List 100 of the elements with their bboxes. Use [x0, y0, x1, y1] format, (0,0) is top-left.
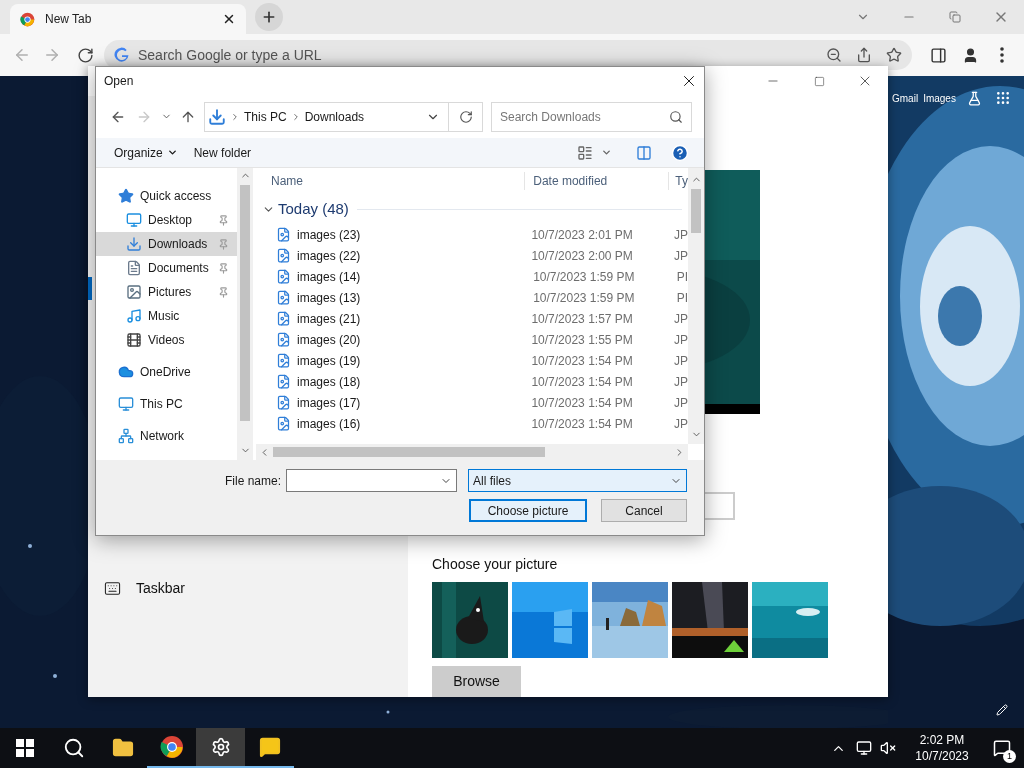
- browser-tab[interactable]: New Tab: [10, 4, 246, 34]
- group-header[interactable]: Today (48): [256, 194, 688, 224]
- refresh-icon: [458, 109, 473, 124]
- notification-badge: 1: [1003, 750, 1016, 763]
- nav-item[interactable]: This PC: [96, 392, 237, 416]
- network-icon[interactable]: [856, 740, 872, 756]
- chrome-logo-icon: [159, 735, 184, 759]
- nav-item[interactable]: Videos: [96, 328, 237, 352]
- clock[interactable]: 2:02 PM 10/7/2023: [904, 732, 980, 764]
- file-name[interactable]: images (19): [297, 351, 361, 370]
- column-header[interactable]: Date modified: [524, 172, 669, 190]
- list-view-icon: [577, 144, 593, 161]
- cancel-button[interactable]: Cancel: [601, 499, 687, 522]
- nav-item[interactable]: Downloads: [96, 232, 237, 256]
- search-icon: [62, 737, 85, 759]
- file-name[interactable]: images (16): [297, 414, 361, 433]
- nav-item[interactable]: Pictures: [96, 280, 237, 304]
- zoom-out-icon[interactable]: [826, 47, 842, 63]
- file-name[interactable]: images (23): [297, 225, 361, 244]
- image-file-icon: [276, 416, 291, 431]
- scrollbar[interactable]: [688, 168, 704, 444]
- file-name-combobox[interactable]: [286, 469, 457, 492]
- file-name[interactable]: images (20): [297, 330, 361, 349]
- path-segment[interactable]: This PC: [244, 107, 287, 126]
- search-icon: [669, 109, 683, 124]
- file-name[interactable]: images (14): [297, 267, 361, 286]
- plus-icon: [261, 9, 277, 25]
- film-icon: [126, 332, 142, 348]
- address-bar[interactable]: This PC Downloads: [204, 101, 483, 132]
- image-file-icon: [276, 395, 291, 410]
- speech-bubble-icon: [258, 736, 281, 758]
- file-name[interactable]: images (17): [297, 393, 361, 412]
- type-cell-text: JP: [674, 352, 688, 370]
- date-cell-text: 10/7/2023 1:54 PM: [531, 394, 634, 412]
- file-type-dropdown[interactable]: All files: [468, 469, 687, 492]
- date-cell-text: 10/7/2023 1:59 PM: [533, 268, 636, 286]
- search-field[interactable]: Search Downloads: [500, 107, 669, 126]
- dialog-title: Open: [104, 73, 135, 90]
- browse-button[interactable]: Browse: [432, 666, 521, 697]
- google-g-icon: [114, 47, 130, 63]
- nav-item[interactable]: Taskbar: [88, 570, 408, 606]
- chevron-right-icon: [230, 111, 240, 122]
- date-cell-text: 10/7/2023 1:55 PM: [531, 331, 634, 349]
- menu-icon: [1000, 47, 1004, 63]
- path-segment[interactable]: Downloads: [304, 107, 365, 126]
- file-name[interactable]: images (13): [297, 288, 361, 307]
- monitor-icon: [118, 396, 134, 412]
- arrow-right-icon: [43, 46, 61, 64]
- scrollbar[interactable]: [256, 444, 688, 460]
- new-tab-button[interactable]: [255, 3, 283, 31]
- pin-icon: [218, 286, 229, 298]
- download-arrow-icon: [208, 107, 226, 126]
- organize-button[interactable]: Organize: [108, 140, 184, 165]
- section-title: Choose your picture: [432, 555, 559, 574]
- close-icon[interactable]: [222, 12, 236, 26]
- file-name[interactable]: images (21): [297, 309, 361, 328]
- scrollbar-thumb[interactable]: [691, 189, 701, 233]
- image-file-icon: [276, 353, 291, 368]
- image-icon: [126, 284, 142, 300]
- muted-speaker-icon[interactable]: [880, 740, 896, 756]
- music-note-icon: [126, 308, 142, 324]
- monitor-icon: [126, 212, 142, 228]
- type-cell-text: JP: [674, 226, 688, 244]
- side-panel-icon: [929, 46, 947, 64]
- gear-icon: [210, 737, 231, 757]
- file-name[interactable]: images (22): [297, 246, 361, 265]
- star-icon[interactable]: [886, 47, 902, 63]
- image-file-icon: [276, 374, 291, 389]
- type-cell-text: PI: [676, 289, 688, 307]
- scrollbar[interactable]: [237, 168, 253, 460]
- taskbar-app[interactable]: [196, 728, 245, 768]
- type-cell-text: JP: [674, 331, 688, 349]
- nav-item[interactable]: Desktop: [96, 208, 237, 232]
- scrollbar-thumb[interactable]: [240, 185, 250, 421]
- new-folder-button[interactable]: New folder: [183, 140, 262, 165]
- pin-icon: [218, 214, 229, 226]
- file-name[interactable]: images (18): [297, 372, 361, 391]
- preview-pane-icon: [636, 144, 652, 161]
- pin-icon: [218, 262, 229, 274]
- network-icon: [118, 428, 134, 444]
- nav-item[interactable]: Quick access: [96, 184, 237, 208]
- file-name-label: File name:: [224, 472, 281, 490]
- choose-picture-button[interactable]: Choose picture: [469, 499, 587, 522]
- date-cell-text: 10/7/2023 1:57 PM: [531, 310, 634, 328]
- date-cell-text: 10/7/2023 1:59 PM: [533, 289, 636, 307]
- notifications-icon[interactable]: [993, 739, 1011, 757]
- date-cell-text: 10/7/2023 2:01 PM: [531, 226, 634, 244]
- scrollbar-thumb[interactable]: [273, 447, 545, 457]
- nav-item[interactable]: OneDrive: [96, 360, 237, 384]
- nav-item[interactable]: Documents: [96, 256, 237, 280]
- search-box[interactable]: Search Downloads: [491, 101, 692, 132]
- nav-item[interactable]: Network: [96, 424, 237, 448]
- star-icon: [118, 188, 134, 204]
- help-icon: [671, 143, 689, 162]
- column-header[interactable]: Name: [256, 172, 525, 190]
- image-file-icon: [276, 290, 291, 305]
- nav-item[interactable]: Music: [96, 304, 237, 328]
- image-file-icon: [276, 269, 291, 284]
- share-icon[interactable]: [856, 47, 872, 63]
- cloud-icon: [118, 364, 134, 380]
